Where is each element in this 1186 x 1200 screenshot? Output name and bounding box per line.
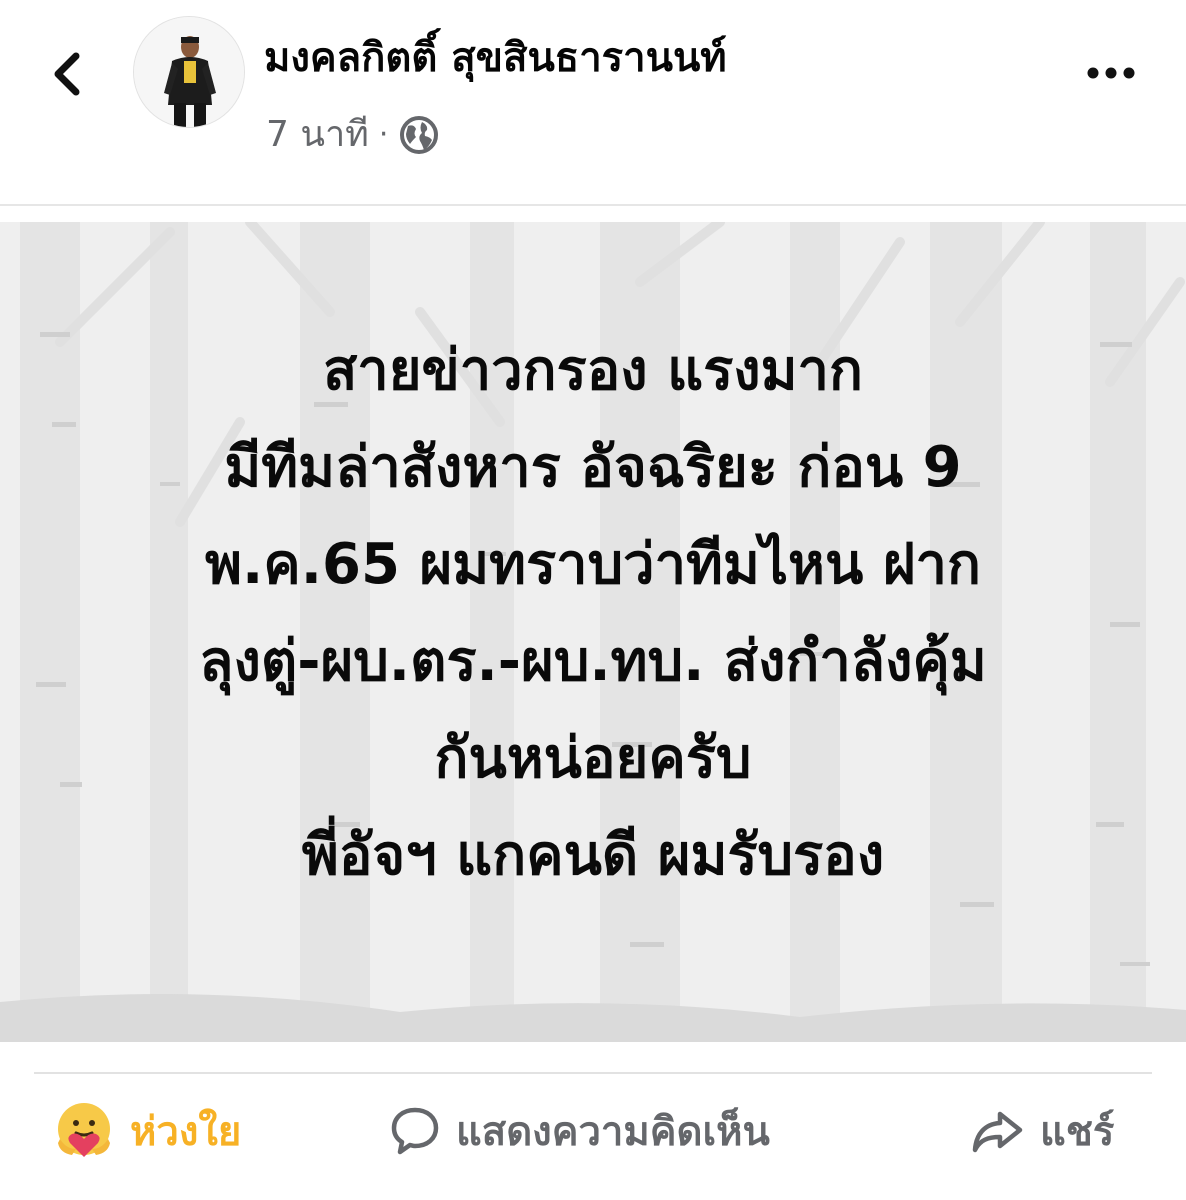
share-label: แชร์ bbox=[1040, 1109, 1115, 1155]
comment-label: แสดงความคิดเห็น bbox=[456, 1109, 770, 1155]
comment-icon bbox=[391, 1107, 439, 1155]
chevron-left-icon bbox=[54, 52, 80, 96]
post-header: มงคลกิตติ์ สุขสินธารานนท์ 7 นาที · bbox=[0, 0, 1186, 190]
post-line: มีทีมล่าสังหาร อัจฉริยะ ก่อน 9 bbox=[224, 435, 962, 500]
globe-icon[interactable] bbox=[398, 114, 440, 156]
comment-button[interactable]: แสดงความคิดเห็น bbox=[388, 1096, 770, 1166]
post-line: กันหน่อยครับ bbox=[434, 726, 752, 791]
facebook-post-page: มงคลกิตติ์ สุขสินธารานนท์ 7 นาที · สายข่… bbox=[0, 0, 1186, 1200]
post-line: สายข่าวกรอง แรงมาก bbox=[323, 338, 863, 403]
author-name[interactable]: มงคลกิตติ์ สุขสินธารานนท์ bbox=[264, 30, 727, 86]
action-divider bbox=[34, 1072, 1152, 1074]
post-text: สายข่าวกรอง แรงมาก มีทีมล่าสังหาร อัจฉริ… bbox=[60, 322, 1126, 904]
post-background-card: สายข่าวกรอง แรงมาก มีทีมล่าสังหาร อัจฉริ… bbox=[0, 222, 1186, 1042]
avatar[interactable] bbox=[133, 16, 245, 128]
timestamp[interactable]: 7 นาที bbox=[266, 110, 369, 160]
more-horizontal-icon bbox=[1087, 67, 1135, 79]
care-emoji-icon bbox=[58, 1103, 110, 1157]
profile-photo bbox=[134, 17, 244, 127]
share-button[interactable]: แชร์ bbox=[970, 1096, 1114, 1166]
back-button[interactable] bbox=[36, 44, 96, 104]
meta-separator: · bbox=[378, 117, 389, 152]
post-line: พ.ค.65 ผมทราบว่าทีมไหน ฝาก bbox=[205, 532, 981, 597]
post-line: พี่อัจฯ แกคนดี ผมรับรอง bbox=[301, 823, 885, 888]
action-bar: ห่วงใย แสดงความคิดเห็น แชร์ bbox=[0, 1082, 1186, 1182]
post-line: ลุงตู่-ผบ.ตร.-ผบ.ทบ. ส่งกำลังคุ้ม bbox=[199, 629, 987, 694]
post-meta: 7 นาที · bbox=[266, 110, 440, 160]
care-reaction-button[interactable]: ห่วงใย bbox=[52, 1096, 241, 1166]
header-divider bbox=[0, 204, 1186, 206]
share-icon bbox=[972, 1111, 1023, 1153]
care-label: ห่วงใย bbox=[130, 1109, 242, 1155]
more-options-button[interactable] bbox=[1076, 48, 1146, 98]
